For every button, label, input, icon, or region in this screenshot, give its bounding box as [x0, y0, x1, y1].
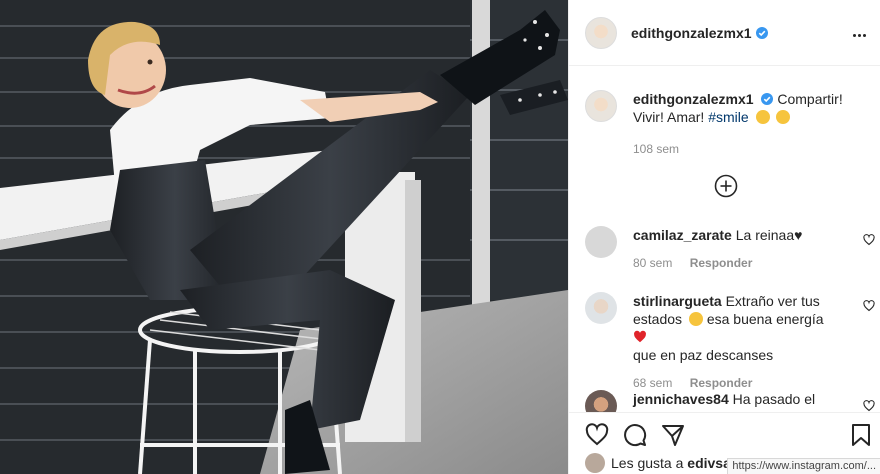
commenter-avatar[interactable]: [585, 292, 617, 324]
post-image: [0, 0, 568, 474]
reply-button[interactable]: Responder: [690, 376, 753, 390]
heart-icon[interactable]: [863, 234, 875, 246]
comment-text: Ha pasado el: [732, 391, 816, 407]
comment-text-continued: esa buena energía: [706, 311, 824, 327]
verified-badge-icon: [761, 93, 774, 105]
comment-text: La reinaa: [735, 227, 795, 243]
bookmark-icon[interactable]: [849, 423, 873, 447]
verified-badge-icon: [755, 26, 768, 39]
comment-item: stirlinargueta Extraño ver tus estados e…: [585, 292, 875, 392]
comment-timestamp[interactable]: 68 sem: [633, 376, 672, 390]
instagram-post-view: edithgonzalezmx1 edithgonzalezmx1 Compar…: [0, 0, 880, 474]
reply-button[interactable]: Responder: [690, 256, 753, 270]
author-avatar[interactable]: [585, 16, 617, 49]
paper-plane-icon[interactable]: [661, 423, 685, 447]
comment-icon[interactable]: [623, 423, 647, 447]
more-options-icon[interactable]: [853, 24, 871, 42]
smile-emoji-icon: [755, 110, 770, 124]
caption-hashtag[interactable]: #smile: [708, 109, 748, 125]
author-username[interactable]: edithgonzalezmx1: [631, 25, 752, 41]
comment-text-end: que en paz descanses: [633, 347, 774, 363]
heart-icon[interactable]: [863, 400, 875, 412]
heart-icon[interactable]: [585, 423, 609, 447]
red-heart-emoji-icon: [634, 330, 646, 343]
caption-username[interactable]: edithgonzalezmx1: [633, 91, 754, 107]
comment-emoji-black-heart: ♥: [794, 227, 803, 243]
post-caption: edithgonzalezmx1 Compartir! Vivir! Amar!…: [585, 90, 865, 158]
post-action-bar: [569, 412, 880, 456]
caption-timestamp[interactable]: 108 sem: [633, 140, 865, 158]
plus-circle-icon[interactable]: [714, 174, 738, 198]
liker-avatar[interactable]: [585, 453, 605, 473]
browser-status-url: https://www.instagram.com/...: [727, 458, 880, 474]
post-side-panel: edithgonzalezmx1 edithgonzalezmx1 Compar…: [568, 0, 880, 474]
comment-item: camilaz_zarate La reinaa♥ 80 sem Respond…: [585, 226, 875, 272]
comment-timestamp[interactable]: 80 sem: [633, 256, 672, 270]
post-header: edithgonzalezmx1: [569, 0, 880, 66]
commenter-avatar[interactable]: [585, 226, 617, 258]
heart-icon[interactable]: [863, 300, 875, 312]
comment-username[interactable]: stirlinargueta: [633, 293, 722, 309]
likes-prefix: Les gusta a: [611, 455, 684, 471]
comment-username[interactable]: camilaz_zarate: [633, 227, 732, 243]
tongue-emoji-icon: [776, 110, 791, 124]
crying-emoji-icon: [688, 312, 703, 326]
comment-username[interactable]: jennichaves84: [633, 391, 729, 407]
post-photo[interactable]: [0, 0, 568, 474]
caption-author-avatar[interactable]: [585, 90, 617, 122]
